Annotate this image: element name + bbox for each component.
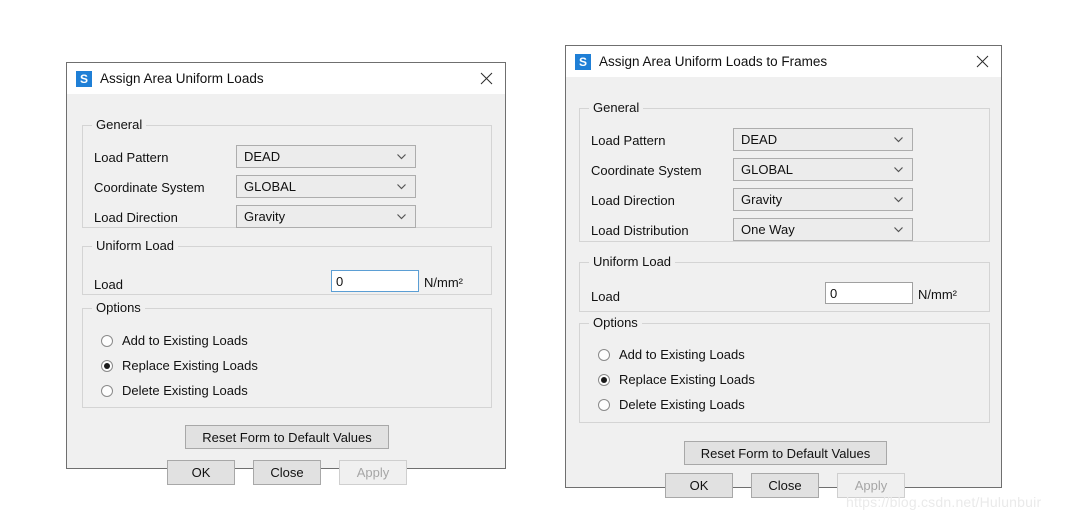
load-direction-label: Load Direction [591,193,675,208]
radio-label: Delete Existing Loads [122,383,248,398]
dialog-titlebar: S Assign Area Uniform Loads [67,63,505,94]
load-label: Load [591,289,620,304]
chevron-down-icon [894,166,903,173]
field-row-load-distribution: Load Distribution [591,223,689,238]
uniform-load-group-label: Uniform Load [589,254,676,269]
close-icon [976,55,988,67]
field-row-load: Load [591,289,620,304]
coordinate-system-label: Coordinate System [94,180,205,195]
dialog-title: Assign Area Uniform Loads to Frames [599,54,828,69]
sap-logo-icon: S [575,53,591,70]
ok-button[interactable]: OK [665,473,733,498]
radio-icon [101,384,113,397]
radio-delete-existing-loads[interactable]: Delete Existing Loads [598,397,745,412]
options-group-label: Options [589,315,642,330]
field-row-load: Load [94,277,123,292]
chevron-down-icon [397,213,406,220]
field-row-load-direction: Load Direction [591,193,675,208]
radio-icon [598,373,610,386]
radio-add-to-existing-loads[interactable]: Add to Existing Loads [101,333,248,348]
close-icon [480,72,492,84]
radio-add-to-existing-loads[interactable]: Add to Existing Loads [598,347,745,362]
load-unit-label: N/mm² [918,287,957,302]
field-row-coordinate-system: Coordinate System [591,163,702,178]
reset-form-button[interactable]: Reset Form to Default Values [684,441,887,465]
radio-replace-existing-loads[interactable]: Replace Existing Loads [598,372,755,387]
general-group-label: General [589,100,644,115]
close-button-footer[interactable]: Close [253,460,321,485]
load-distribution-combo[interactable]: One Way [733,218,913,241]
field-row-load-pattern: Load Pattern [94,150,168,165]
load-input-value: 0 [336,273,344,289]
uniform-load-group-label: Uniform Load [92,238,179,253]
load-direction-label: Load Direction [94,210,178,225]
load-label: Load [94,277,123,292]
chevron-down-icon [894,226,903,233]
chevron-down-icon [397,183,406,190]
general-group-label: General [92,117,147,132]
load-direction-combo[interactable]: Gravity [733,188,913,211]
radio-icon [598,348,610,361]
radio-label: Add to Existing Loads [122,333,248,348]
close-button[interactable] [963,46,1001,76]
load-input-value: 0 [830,285,838,301]
radio-label: Delete Existing Loads [619,397,745,412]
radio-icon [101,359,113,372]
sap-logo-icon: S [76,70,92,87]
load-input[interactable]: 0 [825,282,913,304]
field-row-load-pattern: Load Pattern [591,133,665,148]
close-button[interactable] [467,63,505,93]
load-distribution-value: One Way [741,222,795,237]
load-direction-combo[interactable]: Gravity [236,205,416,228]
load-pattern-value: DEAD [244,149,281,164]
load-pattern-combo[interactable]: DEAD [733,128,913,151]
load-pattern-label: Load Pattern [591,133,666,148]
load-distribution-label: Load Distribution [591,223,689,238]
load-pattern-label: Load Pattern [94,150,169,165]
coordinate-system-label: Coordinate System [591,163,702,178]
dialog-title: Assign Area Uniform Loads [100,71,264,86]
field-row-coordinate-system: Coordinate System [94,180,205,195]
radio-label: Replace Existing Loads [619,372,755,387]
load-direction-value: Gravity [741,192,783,207]
coordinate-system-value: GLOBAL [244,179,297,194]
dialog-titlebar: S Assign Area Uniform Loads to Frames [566,46,1001,77]
radio-replace-existing-loads[interactable]: Replace Existing Loads [101,358,258,373]
chevron-down-icon [894,196,903,203]
assign-area-uniform-loads-to-frames-dialog: S Assign Area Uniform Loads to Frames Ge… [565,45,1002,498]
watermark-text: https://blog.csdn.net/Hulunbuir [846,494,1042,510]
assign-area-uniform-loads-dialog: S Assign Area Uniform Loads General Load… [66,62,506,485]
chevron-down-icon [894,136,903,143]
load-pattern-combo[interactable]: DEAD [236,145,416,168]
radio-delete-existing-loads[interactable]: Delete Existing Loads [101,383,248,398]
load-direction-value: Gravity [244,209,286,224]
radio-label: Replace Existing Loads [122,358,258,373]
close-button-footer[interactable]: Close [751,473,819,498]
ok-button[interactable]: OK [167,460,235,485]
field-row-load-direction: Load Direction [94,210,178,225]
reset-form-button[interactable]: Reset Form to Default Values [185,425,389,449]
load-unit-label: N/mm² [424,275,463,290]
coordinate-system-value: GLOBAL [741,162,794,177]
chevron-down-icon [397,153,406,160]
radio-icon [598,398,610,411]
load-pattern-value: DEAD [741,132,778,147]
load-input[interactable]: 0 [331,270,419,292]
coordinate-system-combo[interactable]: GLOBAL [733,158,913,181]
apply-button: Apply [339,460,407,485]
options-group-label: Options [92,300,145,315]
radio-label: Add to Existing Loads [619,347,745,362]
coordinate-system-combo[interactable]: GLOBAL [236,175,416,198]
radio-icon [101,334,113,347]
